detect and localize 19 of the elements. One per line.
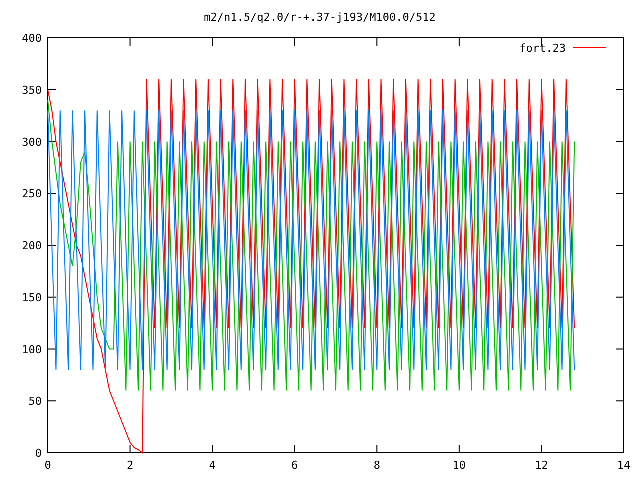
chart-title: m2/n1.5/q2.0/r-+.37-j193/M100.0/512 <box>204 11 436 24</box>
y-tick-label: 200 <box>22 240 42 252</box>
x-tick-label: 0 <box>44 459 52 472</box>
y-tick-label: 300 <box>22 136 42 149</box>
x-tick-label: 2 <box>126 459 134 472</box>
x-tick-label: 12 <box>535 459 548 472</box>
y-tick-label: 50 <box>28 395 42 408</box>
x-tick-label: 4 <box>209 459 216 472</box>
x-tick-label: 8 <box>374 459 380 472</box>
y-tick-label: 350 <box>22 84 42 97</box>
x-tick-label: 6 <box>292 459 298 472</box>
y-tick-label: 0 <box>35 447 42 460</box>
x-tick-label: 14 <box>617 459 631 472</box>
legend-label: fort.23 <box>520 42 566 55</box>
x-tick-label: 10 <box>452 459 466 472</box>
y-tick-label: 400 <box>22 32 42 45</box>
y-tick-label: 250 <box>22 188 42 201</box>
y-tick-label: 150 <box>22 291 42 304</box>
y-tick-label: 100 <box>22 343 42 356</box>
